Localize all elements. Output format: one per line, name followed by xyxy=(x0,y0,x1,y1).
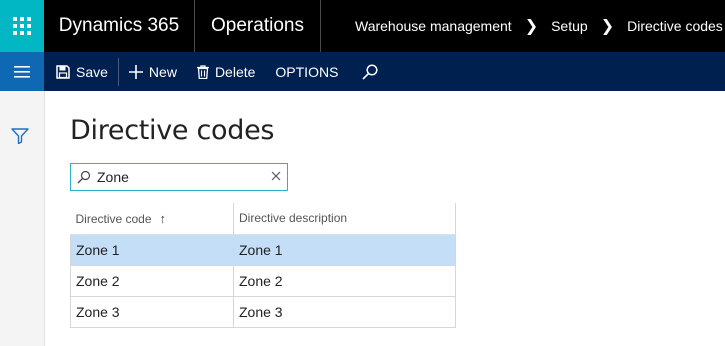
module-name[interactable]: Operations xyxy=(195,0,321,52)
directive-code-cell[interactable]: Zone 1 xyxy=(70,233,234,266)
app-launcher-button[interactable] xyxy=(0,0,44,52)
top-navigation-bar: Dynamics 365 Operations Warehouse manage… xyxy=(0,0,725,52)
column-header-label: Directive code xyxy=(75,211,152,226)
column-header-directive-description[interactable]: Directive description xyxy=(233,203,456,235)
trash-icon xyxy=(196,64,209,79)
grid-header-row: Directive code ↑ Directive description xyxy=(70,203,456,235)
table-row[interactable]: Zone 1 Zone 1 xyxy=(70,233,456,266)
column-header-directive-code[interactable]: Directive code ↑ xyxy=(70,203,234,235)
app-name[interactable]: Dynamics 365 xyxy=(44,0,195,52)
filter-button[interactable] xyxy=(11,128,29,149)
column-header-label: Directive description xyxy=(239,211,348,226)
action-pane: Save New Delete OPTIONS xyxy=(0,52,725,91)
directive-description-cell[interactable]: Zone 3 xyxy=(233,295,456,328)
filter-icon xyxy=(11,128,29,145)
sort-ascending-icon: ↑ xyxy=(159,210,167,226)
save-icon xyxy=(56,64,70,79)
chevron-right-icon: ❯ xyxy=(524,18,539,35)
table-row[interactable]: Zone 2 Zone 2 xyxy=(70,264,456,297)
search-icon xyxy=(362,63,378,80)
options-label: OPTIONS xyxy=(275,63,339,80)
plus-icon xyxy=(128,64,143,79)
quick-filter-input[interactable] xyxy=(91,169,257,185)
hamburger-icon xyxy=(14,65,30,78)
breadcrumb-item-warehouse-management[interactable]: Warehouse management xyxy=(355,18,512,34)
quick-filter xyxy=(70,163,288,191)
breadcrumb-item-directive-codes[interactable]: Directive codes xyxy=(627,18,723,34)
navigation-menu-button[interactable] xyxy=(0,52,44,91)
directive-code-cell[interactable]: Zone 3 xyxy=(70,295,234,328)
save-button[interactable]: Save xyxy=(44,52,118,91)
action-search-button[interactable] xyxy=(348,52,388,91)
chevron-right-icon: ❯ xyxy=(600,18,615,35)
app-launcher-icon xyxy=(13,17,31,35)
left-rail xyxy=(0,91,45,346)
table-row[interactable]: Zone 3 Zone 3 xyxy=(70,295,456,328)
directive-description-cell[interactable]: Zone 1 xyxy=(233,233,456,266)
directive-codes-grid: Directive code ↑ Directive description Zo… xyxy=(70,203,456,328)
save-label: Save xyxy=(76,63,108,80)
page-title: Directive codes xyxy=(70,115,275,146)
search-icon xyxy=(77,170,91,184)
delete-label: Delete xyxy=(214,63,256,80)
breadcrumb: Warehouse management ❯ Setup ❯ Directive… xyxy=(321,0,725,52)
delete-button[interactable]: Delete xyxy=(187,52,265,91)
new-button[interactable]: New xyxy=(119,52,187,91)
options-button[interactable]: OPTIONS xyxy=(265,52,348,91)
directive-description-cell[interactable]: Zone 2 xyxy=(233,264,456,297)
close-icon xyxy=(271,171,281,181)
directive-code-cell[interactable]: Zone 2 xyxy=(70,264,234,297)
clear-filter-button[interactable] xyxy=(271,168,281,186)
breadcrumb-item-setup[interactable]: Setup xyxy=(551,18,588,34)
new-label: New xyxy=(148,63,177,80)
